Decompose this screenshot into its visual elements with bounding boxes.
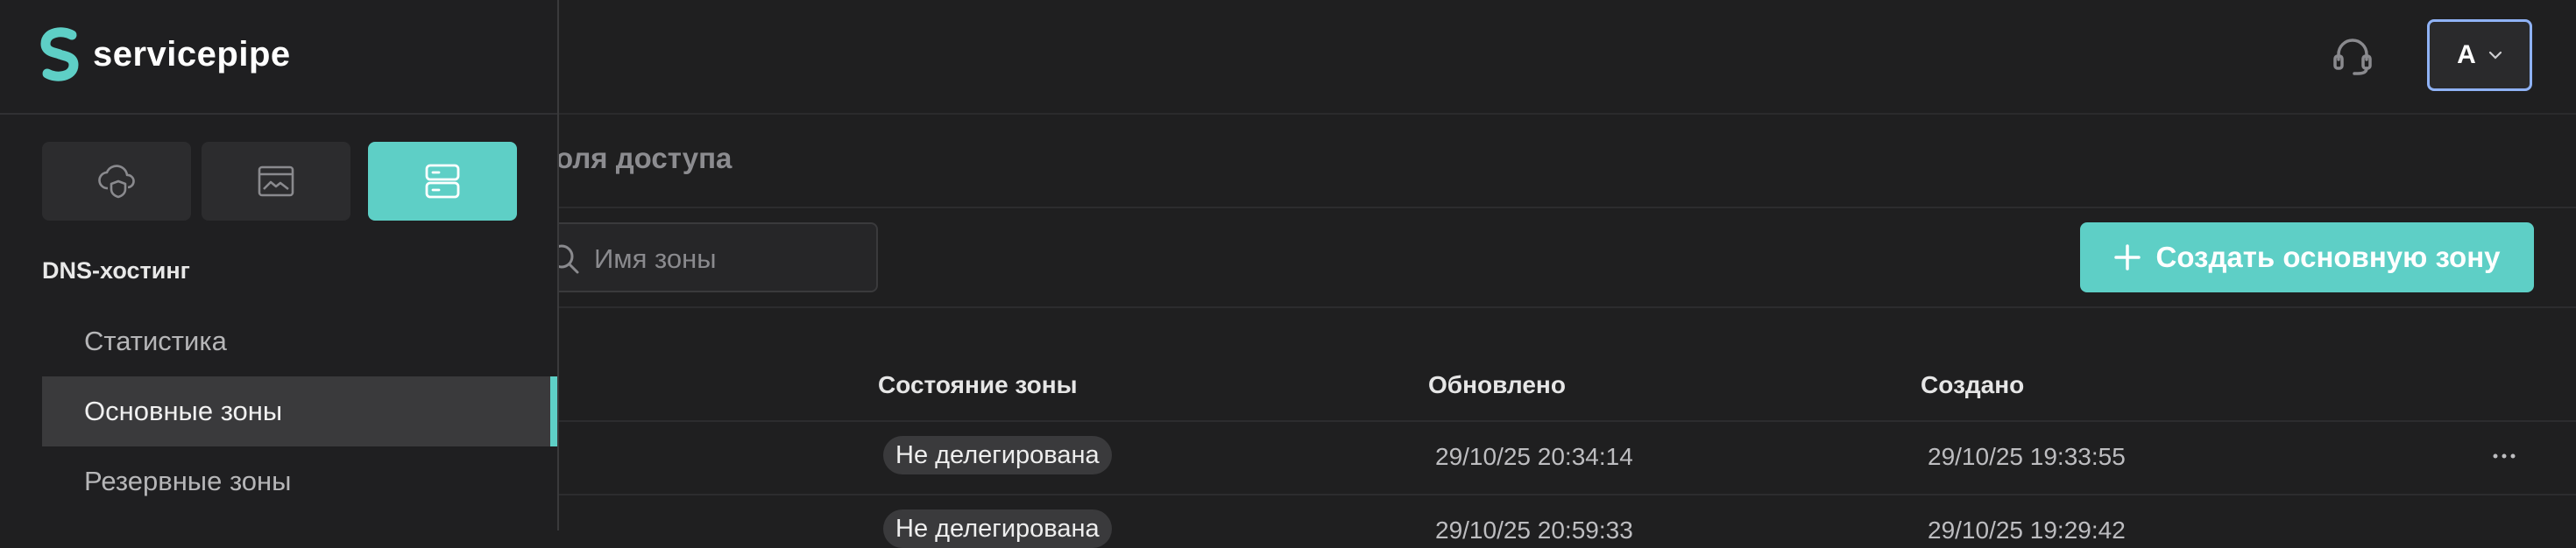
servicepipe-logo-icon [40, 27, 79, 81]
create-primary-zone-button[interactable]: Создать основную зону [2080, 222, 2534, 292]
service-switch-waf[interactable] [202, 142, 350, 221]
tab-access-policies[interactable]: оля доступа [556, 142, 732, 175]
server-stack-icon [425, 164, 460, 199]
sidebar-item-statistics[interactable]: Статистика [42, 306, 557, 376]
sidebar-item-primary-zones[interactable]: Основные зоны [42, 376, 557, 446]
toolbar-divider [559, 306, 2576, 308]
avatar-letter: А [2457, 40, 2476, 69]
sidebar-item-label: Основные зоны [84, 396, 283, 426]
sidebar-item-backup-zones[interactable]: Резервные зоны [42, 446, 557, 516]
column-header-updated[interactable]: Обновлено [1428, 371, 1566, 399]
support-button[interactable] [2331, 33, 2374, 77]
brand-logo[interactable]: servicepipe [37, 26, 291, 82]
status-badge: Не делегирована [883, 509, 1112, 548]
updated-cell: 29/10/25 20:34:14 [1435, 443, 1633, 470]
more-actions-icon[interactable] [2487, 443, 2522, 469]
tabs-divider [559, 207, 2576, 208]
sidebar-item-label: Статистика [84, 326, 227, 356]
column-header-zone-state[interactable]: Состояние зоны [878, 371, 1078, 399]
user-menu-button[interactable]: А [2427, 19, 2532, 91]
search-input[interactable]: Имя зоны [534, 222, 878, 292]
service-switch-ddos[interactable] [42, 142, 191, 221]
headset-icon [2333, 39, 2372, 75]
sidebar: servicepipe DNS-хостинг Статистика Основ… [0, 0, 559, 530]
search-placeholder: Имя зоны [594, 243, 717, 274]
section-title: DNS-хостинг [42, 257, 190, 284]
header-divider [559, 113, 2576, 115]
cloud-shield-icon [98, 165, 135, 199]
brand-name: servicepipe [93, 34, 291, 74]
status-badge: Не делегирована [883, 436, 1112, 474]
created-cell: 29/10/25 19:29:42 [1928, 516, 2126, 544]
sidebar-item-label: Резервные зоны [84, 466, 292, 496]
sidebar-divider [0, 113, 557, 115]
updated-cell: 29/10/25 20:59:33 [1435, 516, 1633, 544]
chevron-down-icon [2488, 51, 2502, 60]
create-button-label: Создать основную зону [2155, 241, 2501, 273]
plus-icon [2113, 244, 2141, 270]
browser-window-icon [258, 165, 294, 197]
column-header-created[interactable]: Создано [1921, 371, 2024, 399]
active-indicator [550, 376, 557, 446]
created-cell: 29/10/25 19:33:55 [1928, 443, 2126, 470]
service-switch-dns[interactable] [368, 142, 517, 221]
